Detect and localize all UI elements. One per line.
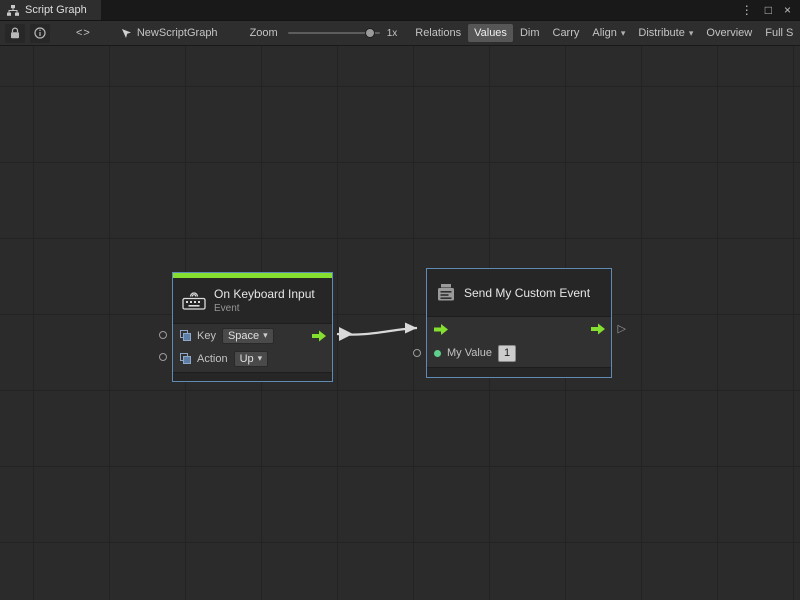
overview-button[interactable]: Overview xyxy=(700,24,758,42)
lock-icon[interactable] xyxy=(5,24,25,43)
chevron-down-icon: ▾ xyxy=(258,353,263,364)
flow-row xyxy=(427,317,611,341)
relations-button[interactable]: Relations xyxy=(409,24,467,42)
graph-name[interactable]: NewScriptGraph xyxy=(121,27,218,39)
info-icon[interactable] xyxy=(30,24,50,43)
wire-layer xyxy=(0,46,800,600)
node-header[interactable]: Send My Custom Event xyxy=(427,269,611,317)
custom-event-icon xyxy=(436,283,456,302)
port-label: Key xyxy=(197,330,216,342)
fullscreen-button[interactable]: Full S xyxy=(759,24,799,42)
tab-title: Script Graph xyxy=(25,4,87,16)
port-label: Action xyxy=(197,353,228,365)
titlebar: Script Graph ⋮ □ × xyxy=(0,0,800,21)
zoom-label: Zoom xyxy=(250,27,278,39)
value-port-dot[interactable] xyxy=(434,350,441,357)
toolbar: <> NewScriptGraph Zoom 1x Relations Valu… xyxy=(0,21,800,46)
window-menu-icon[interactable]: ⋮ xyxy=(741,4,753,16)
chevron-down-icon: ▾ xyxy=(263,330,268,341)
dim-button[interactable]: Dim xyxy=(514,24,546,42)
value-row: My Value 1 xyxy=(427,341,611,365)
graph-name-label: NewScriptGraph xyxy=(137,27,218,39)
node-title: Send My Custom Event xyxy=(464,286,590,300)
maximize-icon[interactable]: □ xyxy=(765,4,772,16)
zoom-slider-thumb[interactable] xyxy=(365,28,375,38)
script-graph-window: Script Graph ⋮ □ × <> xyxy=(0,0,800,600)
flow-output-port[interactable] xyxy=(312,330,326,341)
distribute-dropdown-button[interactable]: Distribute▾ xyxy=(632,24,699,42)
node-send-my-custom-event[interactable]: Send My Custom Event My Value 1 ▷ xyxy=(426,268,612,378)
flow-continue-triangle-icon[interactable]: ▷ xyxy=(618,324,626,335)
close-icon[interactable]: × xyxy=(784,4,791,16)
zoom-slider[interactable] xyxy=(288,27,380,39)
value-label: My Value xyxy=(447,347,492,359)
key-input-port[interactable] xyxy=(159,331,167,339)
value-input-field[interactable]: 1 xyxy=(498,345,516,362)
chevron-down-icon: ▾ xyxy=(689,28,694,39)
node-header[interactable]: On Keyboard Input Event xyxy=(173,278,332,324)
connection-wire[interactable] xyxy=(337,328,417,335)
graph-canvas[interactable]: On Keyboard Input Event Key Space ▾ xyxy=(0,46,800,600)
flow-output-port[interactable] xyxy=(591,324,605,335)
key-dropdown[interactable]: Space ▾ xyxy=(222,328,274,344)
align-dropdown-button[interactable]: Align▾ xyxy=(586,24,631,42)
action-input-port[interactable] xyxy=(159,353,167,361)
carry-button[interactable]: Carry xyxy=(547,24,586,42)
node-subtitle: Event xyxy=(214,303,315,314)
node-footer xyxy=(173,372,332,381)
tab-script-graph[interactable]: Script Graph xyxy=(0,0,101,20)
titlebar-spacer xyxy=(101,0,741,20)
node-footer xyxy=(427,367,611,377)
port-row-key: Key Space ▾ xyxy=(173,324,332,347)
variable-icon xyxy=(180,330,191,341)
flow-input-port[interactable] xyxy=(434,324,448,335)
my-value-input-port[interactable] xyxy=(413,349,421,357)
graph-icon xyxy=(7,5,19,16)
zoom-value: 1x xyxy=(387,28,398,39)
port-row-action: Action Up ▾ xyxy=(173,347,332,370)
node-on-keyboard-input[interactable]: On Keyboard Input Event Key Space ▾ xyxy=(172,272,333,382)
values-button[interactable]: Values xyxy=(468,24,513,42)
variable-icon xyxy=(180,353,191,364)
wire-arrowhead-end xyxy=(405,323,417,334)
keyboard-icon xyxy=(182,292,206,310)
pointer-icon xyxy=(121,28,132,39)
chevron-down-icon: ▾ xyxy=(621,28,626,39)
wire-arrowhead-start xyxy=(339,327,353,341)
code-icon[interactable]: <> xyxy=(76,27,91,39)
node-title: On Keyboard Input xyxy=(214,287,315,301)
action-dropdown[interactable]: Up ▾ xyxy=(234,351,269,367)
